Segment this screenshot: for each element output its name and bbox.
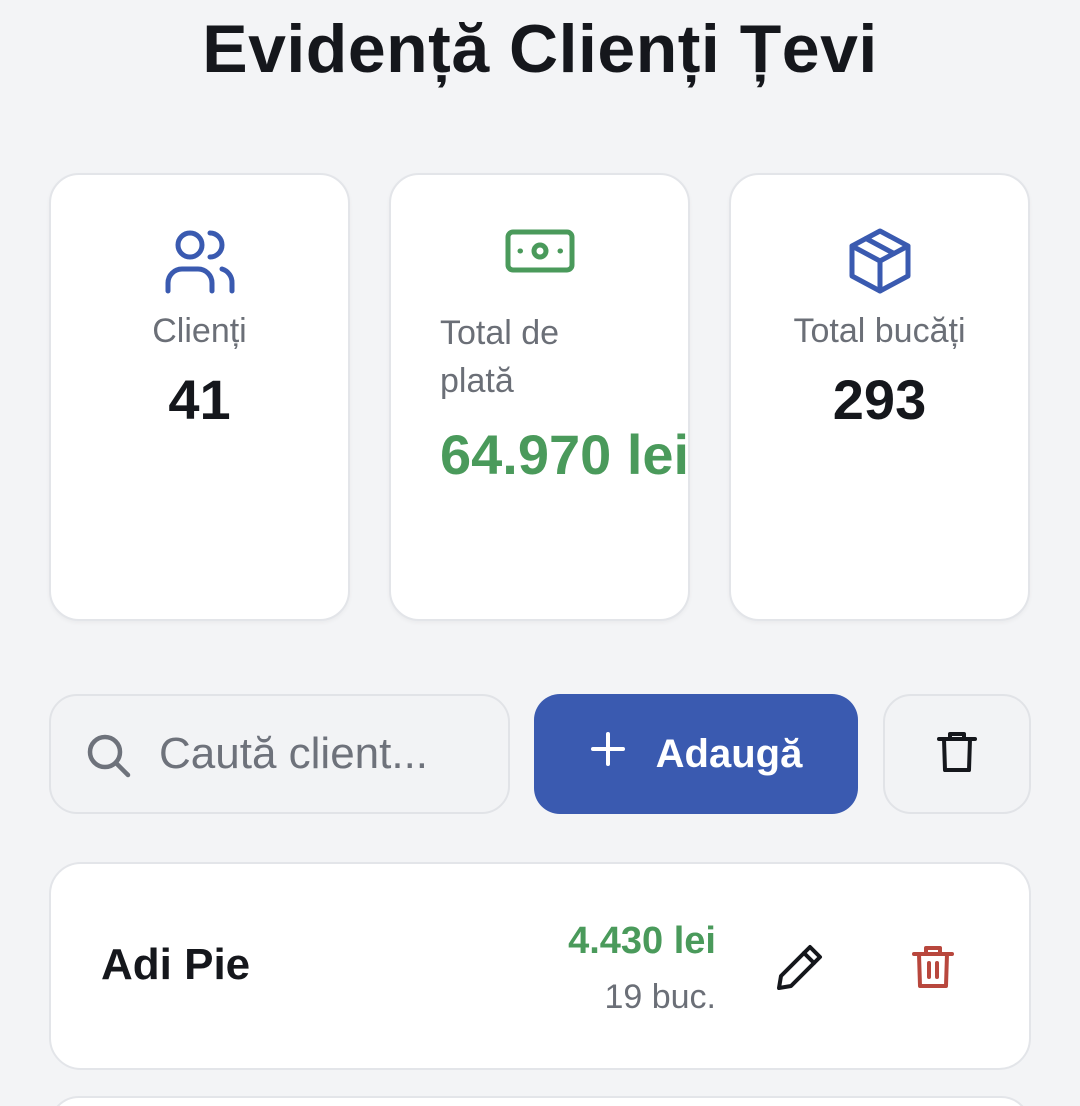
stat-label: Clienți [152,312,247,350]
stat-card-total-pieces: Total bucăți 293 [729,173,1030,621]
client-name: Adi Pie [101,940,251,989]
trash-icon[interactable] [911,944,955,995]
app-screen: Evidență Clienți Țevi Clienți 41 Total d… [0,0,1080,1106]
package-icon [848,227,912,300]
banknote-icon [505,227,575,280]
plus-icon [590,731,626,777]
stat-card-clients: Clienți 41 [49,173,350,621]
client-total: 4.430 lei [568,920,716,962]
trash-icon [937,730,977,779]
stat-label: Total bucăți [793,312,966,350]
list-item[interactable] [49,1096,1031,1106]
client-quantity: 19 buc. [604,978,716,1016]
users-icon [164,227,236,300]
stat-label: Total de plată [440,314,560,400]
search-box[interactable] [49,694,510,814]
list-item[interactable]: Adi Pie 4.430 lei 19 buc. [49,862,1031,1070]
stat-value: 293 [832,368,927,431]
stat-card-total-payment: Total de plată 64.970 lei [389,173,690,621]
search-icon [87,734,131,783]
add-button-label: Adaugă [655,731,803,776]
pencil-icon[interactable] [775,942,825,997]
search-input[interactable] [159,720,489,788]
page-title: Evidență Clienți Țevi [202,11,878,87]
add-client-button[interactable]: Adaugă [534,694,858,814]
stat-value: 64.970 lei [440,423,690,486]
delete-all-button[interactable] [883,694,1031,814]
stat-value: 41 [168,368,231,431]
